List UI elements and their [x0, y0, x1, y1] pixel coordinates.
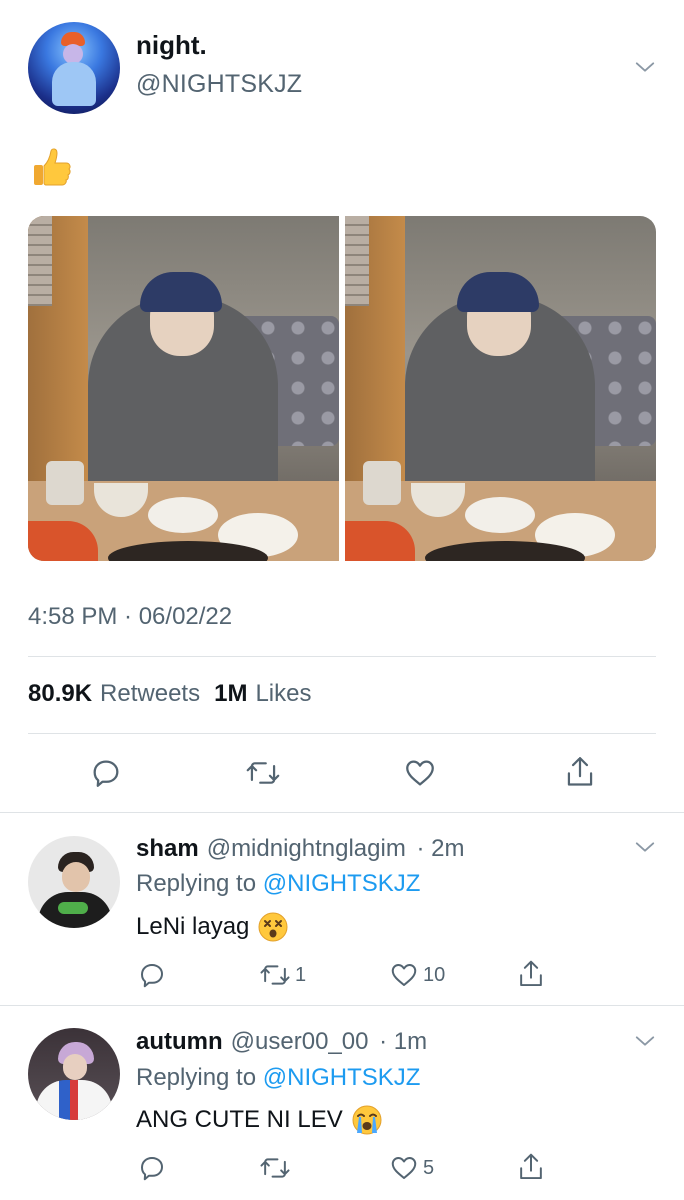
chevron-down-icon[interactable] [634, 1030, 656, 1052]
heart-icon [406, 760, 434, 786]
reply-like-button[interactable]: 10 [389, 960, 445, 990]
retweet-icon [246, 762, 280, 784]
reply-text: LeNi layag [136, 911, 289, 943]
tweet-timestamp[interactable]: 4:58 PM · 06/02/22 [28, 603, 232, 631]
share-icon [520, 1153, 542, 1180]
retweet-icon [260, 1158, 290, 1178]
reply-like-count: 5 [423, 1156, 435, 1179]
divider [28, 733, 656, 734]
retweet-icon [260, 965, 290, 985]
retweets-count[interactable]: 80.9K [28, 680, 92, 708]
heart-icon [391, 1157, 417, 1179]
divider [28, 656, 656, 657]
reply-retweet-button[interactable] [259, 1153, 295, 1183]
reply-avatar[interactable] [28, 836, 120, 928]
replying-to: Replying to @NIGHTSKJZ [136, 870, 420, 898]
reply-icon [141, 1157, 163, 1181]
like-button[interactable] [403, 756, 437, 790]
heart-icon [391, 964, 417, 986]
reply-button[interactable] [89, 756, 123, 790]
author-avatar[interactable] [28, 22, 120, 114]
reply-author-handle[interactable]: @user00_00 [231, 1028, 369, 1055]
reply-like-button[interactable]: 5 [389, 1153, 434, 1183]
divider [0, 812, 684, 813]
reply-author-name[interactable]: sham [136, 835, 199, 862]
loudly-crying-face-emoji-icon [352, 1105, 382, 1135]
reply-reply-button[interactable] [137, 1153, 167, 1183]
author-handle[interactable]: @NIGHTSKJZ [136, 70, 302, 99]
tweet-photo-2[interactable] [345, 216, 656, 561]
reply-icon [93, 760, 119, 787]
reply-retweet-button[interactable]: 1 [259, 960, 306, 990]
reply-reply-button[interactable] [137, 960, 167, 990]
reply-time: · 1m [379, 1028, 428, 1055]
likes-count[interactable]: 1M [214, 680, 247, 708]
tweet-stats: 80.9K Retweets 1M Likes [28, 680, 325, 708]
share-icon [567, 757, 593, 786]
reply-header: autumn @user00_00 · 1m [136, 1028, 427, 1056]
reply-avatar[interactable] [28, 1028, 120, 1120]
reply-text-content: LeNi layag [136, 913, 250, 940]
replying-to-link[interactable]: @NIGHTSKJZ [263, 870, 421, 897]
replying-to-label: Replying to [136, 870, 257, 897]
likes-label[interactable]: Likes [255, 680, 311, 708]
reply-header: sham @midnightnglagim · 2m [136, 835, 465, 863]
divider [0, 1005, 684, 1006]
replying-to-link[interactable]: @NIGHTSKJZ [263, 1064, 421, 1091]
reply-like-count: 10 [423, 963, 446, 986]
author-display-name[interactable]: night. [136, 30, 207, 61]
reply-share-button[interactable] [516, 958, 546, 990]
thumbs-up-emoji-icon [34, 148, 71, 186]
retweet-button[interactable] [245, 756, 281, 790]
chevron-down-icon[interactable] [634, 56, 656, 78]
dizzy-face-emoji-icon [258, 912, 288, 942]
replying-to: Replying to @NIGHTSKJZ [136, 1064, 420, 1092]
reply-author-name[interactable]: autumn [136, 1028, 223, 1055]
share-icon [520, 960, 542, 987]
reply-time: · 2m [416, 835, 465, 862]
tweet-media-grid[interactable] [28, 216, 656, 561]
reply-author-handle[interactable]: @midnightnglagim [207, 835, 406, 862]
reply-text: ANG CUTE NI LEV [136, 1104, 383, 1136]
chevron-down-icon[interactable] [634, 836, 656, 858]
reply-text-content: ANG CUTE NI LEV [136, 1106, 343, 1133]
reply-share-button[interactable] [516, 1151, 546, 1183]
reply-retweet-count: 1 [295, 963, 307, 986]
replying-to-label: Replying to [136, 1064, 257, 1091]
tweet-photo-1[interactable] [28, 216, 339, 561]
share-button[interactable] [563, 754, 597, 790]
retweets-label[interactable]: Retweets [100, 680, 200, 708]
reply-icon [141, 964, 163, 988]
